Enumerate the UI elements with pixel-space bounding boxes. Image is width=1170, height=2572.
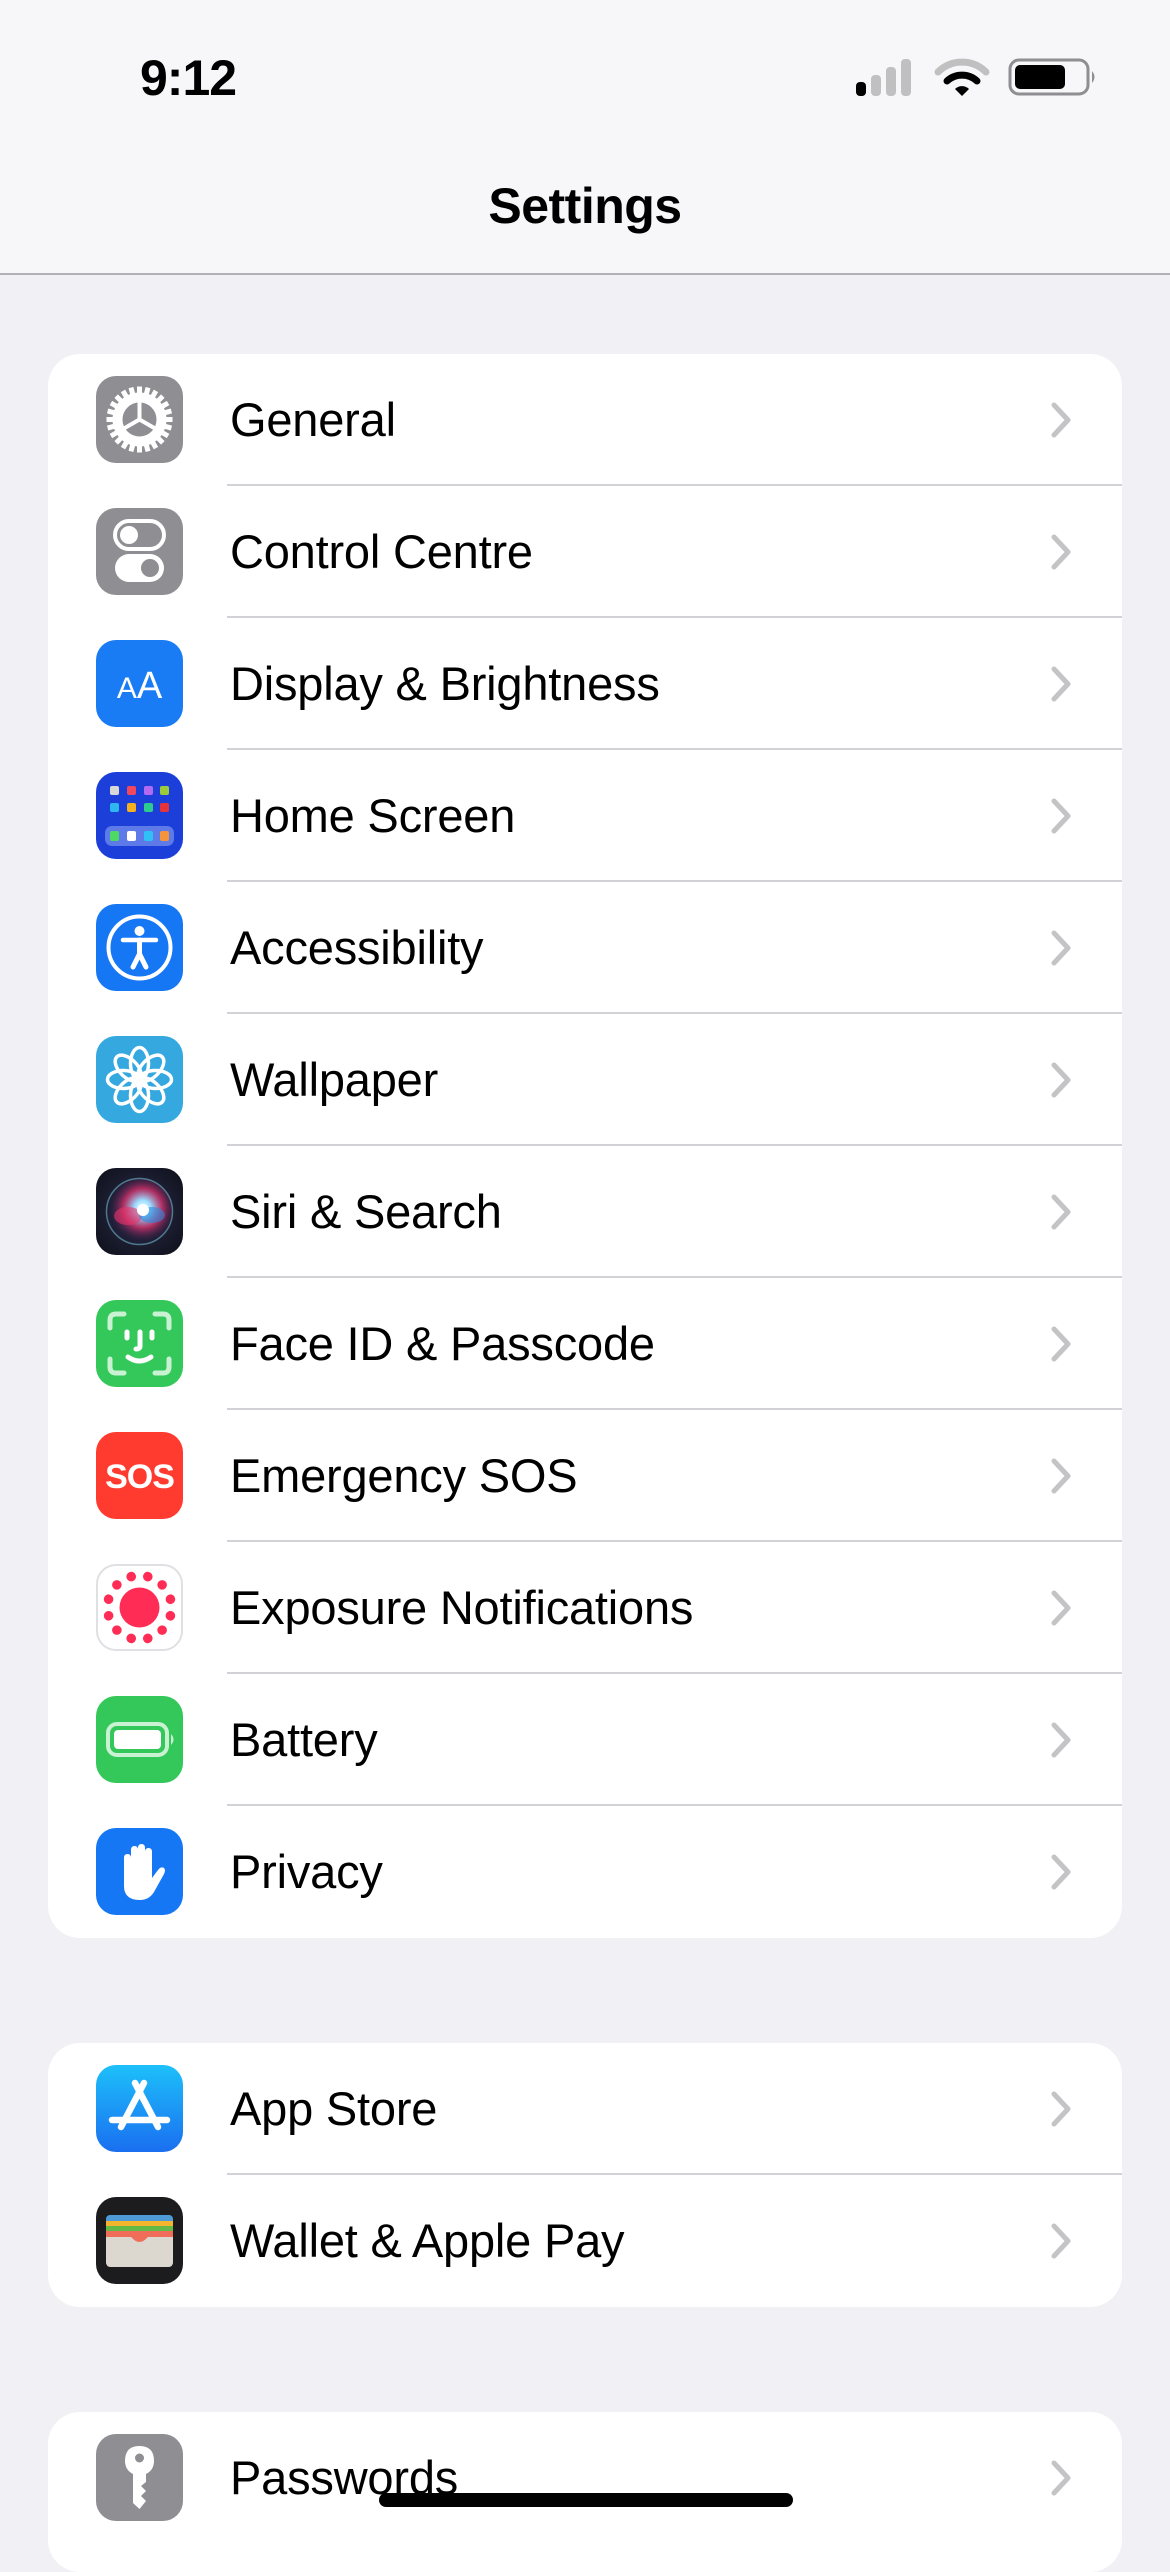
wifi-icon: [934, 58, 990, 96]
chevron-right-icon: [1051, 1590, 1071, 1626]
page-title: Settings: [488, 178, 682, 234]
chevron-right-icon: [1051, 1854, 1071, 1890]
settings-row-siri-search[interactable]: Siri & Search: [48, 1146, 1122, 1278]
settings-row-control-centre[interactable]: Control Centre: [48, 486, 1122, 618]
gear-icon: [96, 376, 183, 463]
key-icon: [96, 2434, 183, 2521]
settings-row-privacy[interactable]: Privacy: [48, 1806, 1122, 1938]
row-label: Face ID & Passcode: [230, 1317, 655, 1370]
row-label: General: [230, 393, 396, 446]
hand-icon: [96, 1828, 183, 1915]
svg-text:SOS: SOS: [105, 1458, 174, 1496]
settings-row-battery[interactable]: Battery: [48, 1674, 1122, 1806]
sos-icon: SOS: [96, 1432, 183, 1519]
chevron-right-icon: [1051, 534, 1071, 570]
settings-row-face-id-passcode[interactable]: Face ID & Passcode: [48, 1278, 1122, 1410]
chevron-right-icon: [1051, 2460, 1071, 2496]
chevron-right-icon: [1051, 402, 1071, 438]
chevron-right-icon: [1051, 1458, 1071, 1494]
chevron-right-icon: [1051, 1326, 1071, 1362]
flower-icon: [96, 1036, 183, 1123]
row-label: Wallpaper: [230, 1053, 439, 1106]
chevron-right-icon: [1051, 1194, 1071, 1230]
settings-row-display-brightness[interactable]: AA Display & Brightness: [48, 618, 1122, 750]
siri-icon: [96, 1168, 183, 1255]
exposure-icon: [96, 1564, 183, 1651]
svg-text:AA: AA: [117, 665, 163, 707]
settings-row-accessibility[interactable]: Accessibility: [48, 882, 1122, 1014]
chevron-right-icon: [1051, 2091, 1071, 2127]
settings-row-app-store[interactable]: App Store: [48, 2043, 1122, 2175]
row-label: Accessibility: [230, 921, 484, 974]
signal-bar: [886, 67, 896, 96]
status-time: 9:12: [140, 50, 237, 106]
home-indicator[interactable]: [379, 2493, 793, 2507]
row-label: Wallet & Apple Pay: [230, 2214, 625, 2267]
text-size-icon: AA: [96, 640, 183, 727]
chevron-right-icon: [1051, 930, 1071, 966]
accessibility-icon: [96, 904, 183, 991]
wallet-icon: [96, 2197, 183, 2284]
battery-fill: [1015, 65, 1065, 89]
settings-row-home-screen[interactable]: Home Screen: [48, 750, 1122, 882]
chevron-right-icon: [1051, 2223, 1071, 2259]
chevron-right-icon: [1051, 666, 1071, 702]
settings-row-exposure-notifications[interactable]: Exposure Notifications: [48, 1542, 1122, 1674]
settings-group-3: Passwords: [48, 2412, 1122, 2572]
face-id-icon: [96, 1300, 183, 1387]
row-label: Privacy: [230, 1845, 383, 1898]
row-label: Home Screen: [230, 789, 516, 842]
row-label: Exposure Notifications: [230, 1581, 694, 1634]
settings-group-2: App Store Wallet & Apple Pay: [48, 2043, 1122, 2307]
settings-row-emergency-sos[interactable]: SOS Emergency SOS: [48, 1410, 1122, 1542]
toggles-icon: [96, 508, 183, 595]
signal-bar: [856, 82, 866, 96]
row-label: Emergency SOS: [230, 1449, 578, 1502]
signal-bar: [871, 75, 881, 96]
settings-row-general[interactable]: General: [48, 354, 1122, 486]
navigation-header: 9:12 Settings: [0, 0, 1170, 275]
settings-row-wallet-apple-pay[interactable]: Wallet & Apple Pay: [48, 2175, 1122, 2307]
chevron-right-icon: [1051, 1062, 1071, 1098]
chevron-right-icon: [1051, 798, 1071, 834]
app-grid-icon: [96, 772, 183, 859]
settings-row-passwords[interactable]: Passwords: [48, 2412, 1122, 2544]
row-label: Control Centre: [230, 525, 533, 578]
settings-group-1: General Control Centre AA Display & Brig…: [48, 354, 1122, 1938]
chevron-right-icon: [1051, 1722, 1071, 1758]
signal-bar: [901, 59, 911, 96]
battery-icon: [1008, 58, 1095, 96]
battery-icon: [96, 1696, 183, 1783]
app-store-icon: [96, 2065, 183, 2152]
signal-icon: [856, 59, 911, 96]
status-icons: [856, 58, 1095, 96]
row-label: Siri & Search: [230, 1185, 502, 1238]
row-label: Battery: [230, 1713, 378, 1766]
row-label: Display & Brightness: [230, 657, 660, 710]
settings-row-wallpaper[interactable]: Wallpaper: [48, 1014, 1122, 1146]
row-label: App Store: [230, 2082, 438, 2135]
